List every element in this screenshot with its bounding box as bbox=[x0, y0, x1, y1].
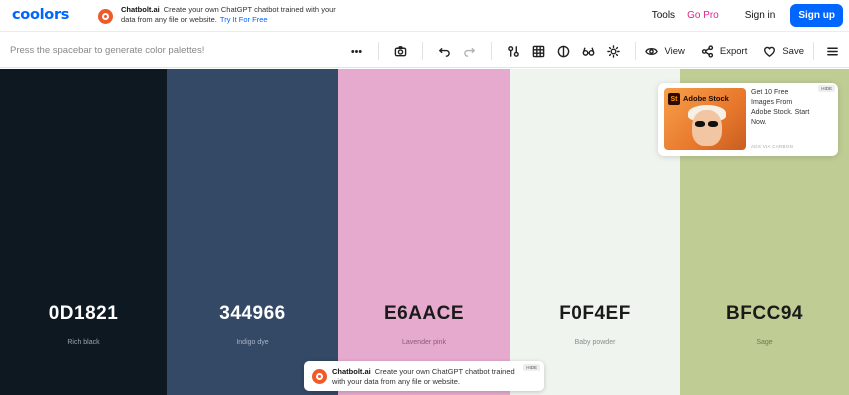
redo-icon[interactable] bbox=[457, 41, 482, 61]
color-hex[interactable]: F0F4EF bbox=[510, 303, 680, 325]
color-swatch[interactable]: 0D1821 Rich black bbox=[0, 69, 167, 395]
ad-hide-button[interactable]: HIDE bbox=[818, 85, 835, 92]
header-promo[interactable]: Chatbolt.ai Create your own ChatGPT chatb… bbox=[98, 5, 351, 25]
color-hex[interactable]: E6AACE bbox=[338, 303, 510, 325]
ad-via-carbon[interactable]: ADS VIA CARBON bbox=[751, 144, 793, 149]
heart-icon bbox=[764, 46, 776, 57]
nav-tools[interactable]: Tools bbox=[652, 10, 675, 21]
sunglasses-icon bbox=[708, 121, 718, 127]
sign-up-button[interactable]: Sign up bbox=[790, 4, 843, 27]
ad-copy[interactable]: Get 10 Free Images From Adobe Stock. Sta… bbox=[751, 88, 813, 128]
nav-sign-in[interactable]: Sign in bbox=[745, 10, 776, 21]
color-swatch[interactable]: 344966 Indigo dye bbox=[167, 69, 338, 395]
top-header: coolors Chatbolt.ai Create your own ChatG… bbox=[0, 0, 849, 32]
header-nav: Tools Go Pro Sign in Sign up bbox=[652, 4, 843, 27]
contrast-icon[interactable] bbox=[551, 41, 576, 61]
brightness-icon[interactable] bbox=[601, 41, 626, 61]
undo-icon[interactable] bbox=[432, 41, 457, 61]
color-hex[interactable]: BFCC94 bbox=[680, 303, 849, 325]
toolbar-divider bbox=[635, 42, 637, 60]
chatbolt-logo-icon bbox=[312, 369, 327, 384]
color-swatch[interactable]: E6AACE Lavender pink bbox=[338, 69, 510, 395]
grid-icon[interactable] bbox=[526, 41, 551, 61]
glasses-icon[interactable] bbox=[576, 41, 601, 61]
bottom-ad-hide-button[interactable]: HIDE bbox=[523, 364, 540, 371]
toolbar-divider bbox=[378, 42, 380, 60]
export-label: Export bbox=[719, 45, 748, 57]
toolbar: Press the spacebar to generate color pal… bbox=[0, 33, 849, 68]
toolbar-divider bbox=[813, 42, 814, 60]
adobe-stock-logo: St bbox=[668, 93, 680, 105]
export-button[interactable]: Export bbox=[701, 41, 747, 61]
toolbar-divider bbox=[422, 42, 424, 60]
carbon-ad[interactable]: St Adobe Stock Get 10 Free Images From A… bbox=[658, 83, 838, 156]
eye-icon bbox=[645, 47, 659, 55]
toolbar-actions: View Export Save bbox=[344, 41, 841, 61]
bottom-ad-text: Chatbolt.ai Create your own ChatGPT chatb… bbox=[332, 367, 522, 387]
chatbolt-logo-icon bbox=[98, 9, 113, 24]
promo-link[interactable]: Try It For Free bbox=[220, 15, 268, 24]
color-name[interactable]: Lavender pink bbox=[338, 339, 510, 346]
toolbar-divider bbox=[491, 42, 493, 60]
bottom-ad-brand: Chatbolt.ai bbox=[332, 367, 371, 376]
color-name[interactable]: Rich black bbox=[0, 339, 167, 346]
promo-brand: Chatbolt.ai bbox=[121, 5, 160, 14]
share-icon bbox=[701, 44, 713, 58]
ad-image[interactable]: St Adobe Stock bbox=[664, 88, 746, 150]
view-label: View bbox=[664, 45, 685, 57]
ad-brand: Adobe Stock bbox=[683, 94, 729, 103]
color-name[interactable]: Baby powder bbox=[510, 339, 680, 346]
nav-go-pro[interactable]: Go Pro bbox=[687, 10, 719, 21]
save-button[interactable]: Save bbox=[763, 41, 804, 61]
menu-icon[interactable] bbox=[823, 41, 841, 61]
save-label: Save bbox=[782, 45, 804, 57]
bottom-ad[interactable]: Chatbolt.ai Create your own ChatGPT chatb… bbox=[304, 361, 544, 391]
more-icon[interactable] bbox=[344, 41, 369, 61]
view-button[interactable]: View bbox=[645, 41, 685, 61]
coolors-logo[interactable]: coolors bbox=[12, 7, 69, 23]
ad-photo-face bbox=[692, 110, 722, 146]
color-swatch[interactable]: F0F4EF Baby powder bbox=[510, 69, 680, 395]
generate-hint: Press the spacebar to generate color pal… bbox=[10, 45, 205, 56]
color-name[interactable]: Indigo dye bbox=[167, 339, 338, 346]
color-hex[interactable]: 0D1821 bbox=[0, 303, 167, 325]
color-hex[interactable]: 344966 bbox=[167, 303, 338, 325]
promo-text: Chatbolt.ai Create your own ChatGPT chatb… bbox=[121, 5, 351, 25]
color-name[interactable]: Sage bbox=[680, 339, 849, 346]
camera-icon[interactable] bbox=[388, 41, 413, 61]
adjust-icon[interactable] bbox=[501, 41, 526, 61]
sunglasses-icon bbox=[695, 121, 705, 127]
